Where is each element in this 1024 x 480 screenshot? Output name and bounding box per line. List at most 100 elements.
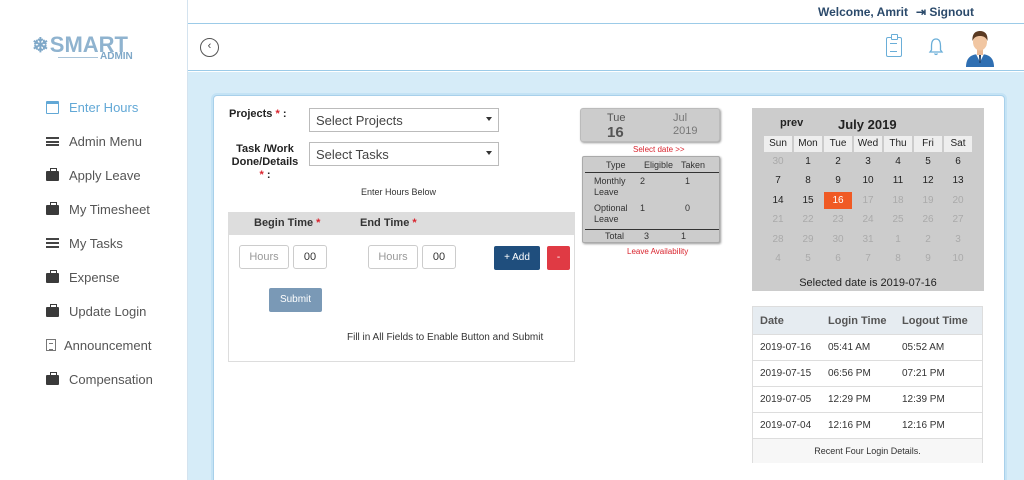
login-time: 12:29 PM [828, 394, 871, 405]
calendar-day[interactable]: 4 [884, 153, 912, 170]
calendar-day[interactable]: 10 [854, 172, 882, 189]
sidebar-item-announcement[interactable]: Announcement [46, 335, 151, 355]
calendar-day[interactable]: 6 [824, 250, 852, 267]
table-row: 2019-07-16 05:41 AM 05:52 AM [753, 334, 982, 360]
tasks-select[interactable]: Select Tasks [309, 142, 499, 166]
calendar-dow-fri: Fri [914, 136, 942, 152]
sidebar-item-compensation[interactable]: Compensation [46, 369, 153, 389]
calendar-day[interactable]: 28 [764, 231, 792, 248]
required-mark: * [259, 169, 264, 181]
calendar-dow-thu: Thu [884, 136, 912, 152]
sidebar-item-my-tasks[interactable]: My Tasks [46, 233, 123, 253]
logout-time: 12:39 PM [902, 394, 945, 405]
projects-label-text: Projects [229, 108, 273, 120]
calendar-day[interactable]: 18 [884, 192, 912, 209]
remove-time-button[interactable]: - [547, 246, 570, 270]
sidebar-item-expense[interactable]: Expense [46, 267, 120, 287]
tasks-label: Task /Work Done/Details * : [229, 143, 301, 182]
calendar-day[interactable]: 8 [884, 250, 912, 267]
table-row: 2019-07-05 12:29 PM 12:39 PM [753, 386, 982, 412]
calendar-day[interactable]: 30 [824, 231, 852, 248]
end-minutes-input[interactable]: 00 [422, 245, 456, 269]
calendar-day[interactable]: 8 [794, 172, 822, 189]
leave-row-type: Monthly Leave [594, 176, 626, 198]
calendar-day[interactable]: 17 [854, 192, 882, 209]
calendar-day[interactable]: 10 [944, 250, 972, 267]
signout-link[interactable]: ⇥ Signout [916, 5, 974, 19]
calendar-dow-tue: Tue [824, 136, 852, 152]
sidebar-item-apply-leave[interactable]: Apply Leave [46, 165, 141, 185]
login-date: 2019-07-05 [760, 394, 812, 405]
welcome-text: Welcome, Amrit [817, 5, 908, 19]
calendar-day[interactable]: 9 [824, 172, 852, 189]
submit-button[interactable]: Submit [269, 288, 322, 312]
calendar-day[interactable]: 30 [764, 153, 792, 170]
sidebar-item-my-timesheet[interactable]: My Timesheet [46, 199, 150, 219]
begin-time-header: Begin Time * [254, 217, 320, 229]
calendar-day[interactable]: 12 [914, 172, 942, 189]
calendar-day[interactable]: 1 [884, 231, 912, 248]
calendar-day[interactable]: 1 [794, 153, 822, 170]
user-avatar[interactable] [964, 29, 996, 67]
leave-header-type: Type [606, 160, 626, 170]
calendar-day[interactable]: 22 [794, 211, 822, 228]
calendar-day[interactable]: 19 [914, 192, 942, 209]
time-entry-panel: Begin Time * End Time * Hours 00 Hours 0… [228, 212, 575, 362]
calendar-day[interactable]: 3 [854, 153, 882, 170]
calendar-day[interactable]: 5 [914, 153, 942, 170]
add-time-button[interactable]: + Add [494, 246, 540, 270]
bell-icon[interactable] [928, 37, 944, 57]
leave-type-line1: Monthly [594, 176, 626, 186]
calendar-day[interactable]: 11 [884, 172, 912, 189]
back-circle-icon[interactable]: ‹ [200, 38, 219, 57]
calendar-day[interactable]: 26 [914, 211, 942, 228]
date-tile[interactable]: Tue 16 Jul 2019 [580, 108, 720, 142]
briefcase-icon [46, 304, 59, 317]
calendar-day[interactable]: 7 [854, 250, 882, 267]
smart-admin-logo[interactable]: ❄SMART ADMIN [32, 32, 152, 66]
calendar-day[interactable]: 15 [794, 192, 822, 209]
calendar-day[interactable]: 23 [824, 211, 852, 228]
calendar-day[interactable]: 5 [794, 250, 822, 267]
calendar-day[interactable]: 7 [764, 172, 792, 189]
calendar-prev-button[interactable]: prev [780, 117, 803, 129]
calendar-day[interactable]: 29 [794, 231, 822, 248]
sidebar-item-enter-hours[interactable]: Enter Hours [46, 97, 138, 117]
calendar-day[interactable]: 6 [944, 153, 972, 170]
header: ‹ [188, 25, 1024, 71]
required-mark: * [316, 217, 321, 229]
calendar-day[interactable]: 21 [764, 211, 792, 228]
calendar-dow-wed: Wed [854, 136, 882, 152]
calendar-day[interactable]: 2 [824, 153, 852, 170]
calendar-day[interactable]: 4 [764, 250, 792, 267]
calendar-day[interactable]: 16 [824, 191, 852, 209]
clipboard-icon[interactable] [886, 34, 902, 57]
calendar-day[interactable]: 31 [854, 231, 882, 248]
sidebar: ❄SMART ADMIN Enter Hours Admin Menu Appl… [0, 0, 188, 480]
calendar-day[interactable]: 9 [914, 250, 942, 267]
top-bar: Welcome, Amrit ⇥ Signout [188, 0, 1024, 24]
calendar-day[interactable]: 27 [944, 211, 972, 228]
calendar-day[interactable]: 20 [944, 192, 972, 209]
leave-divider [585, 229, 719, 230]
calendar-day[interactable]: 3 [944, 231, 972, 248]
calendar-day[interactable]: 24 [854, 211, 882, 228]
leave-type-line2: Leave [594, 187, 619, 197]
calendar-day[interactable]: 13 [944, 172, 972, 189]
signout-label: Signout [929, 5, 974, 19]
sidebar-item-admin-menu[interactable]: Admin Menu [46, 131, 142, 151]
begin-minutes-input[interactable]: 00 [293, 245, 327, 269]
calendar-day[interactable]: 25 [884, 211, 912, 228]
projects-select[interactable]: Select Projects [309, 108, 499, 132]
label-colon: : [266, 169, 271, 181]
calendar-day[interactable]: 14 [764, 192, 792, 209]
calendar-day[interactable]: 2 [914, 231, 942, 248]
begin-hours-input[interactable]: Hours [239, 245, 289, 269]
sidebar-item-update-login[interactable]: Update Login [46, 301, 146, 321]
end-hours-input[interactable]: Hours [368, 245, 418, 269]
logout-time: 07:21 PM [902, 368, 945, 379]
calendar-icon [46, 100, 59, 114]
leave-row-type: Optional Leave [594, 203, 628, 225]
login-details-table: Date Login Time Logout Time 2019-07-16 0… [752, 306, 983, 463]
select-date-link[interactable]: Select date >> [633, 145, 685, 154]
